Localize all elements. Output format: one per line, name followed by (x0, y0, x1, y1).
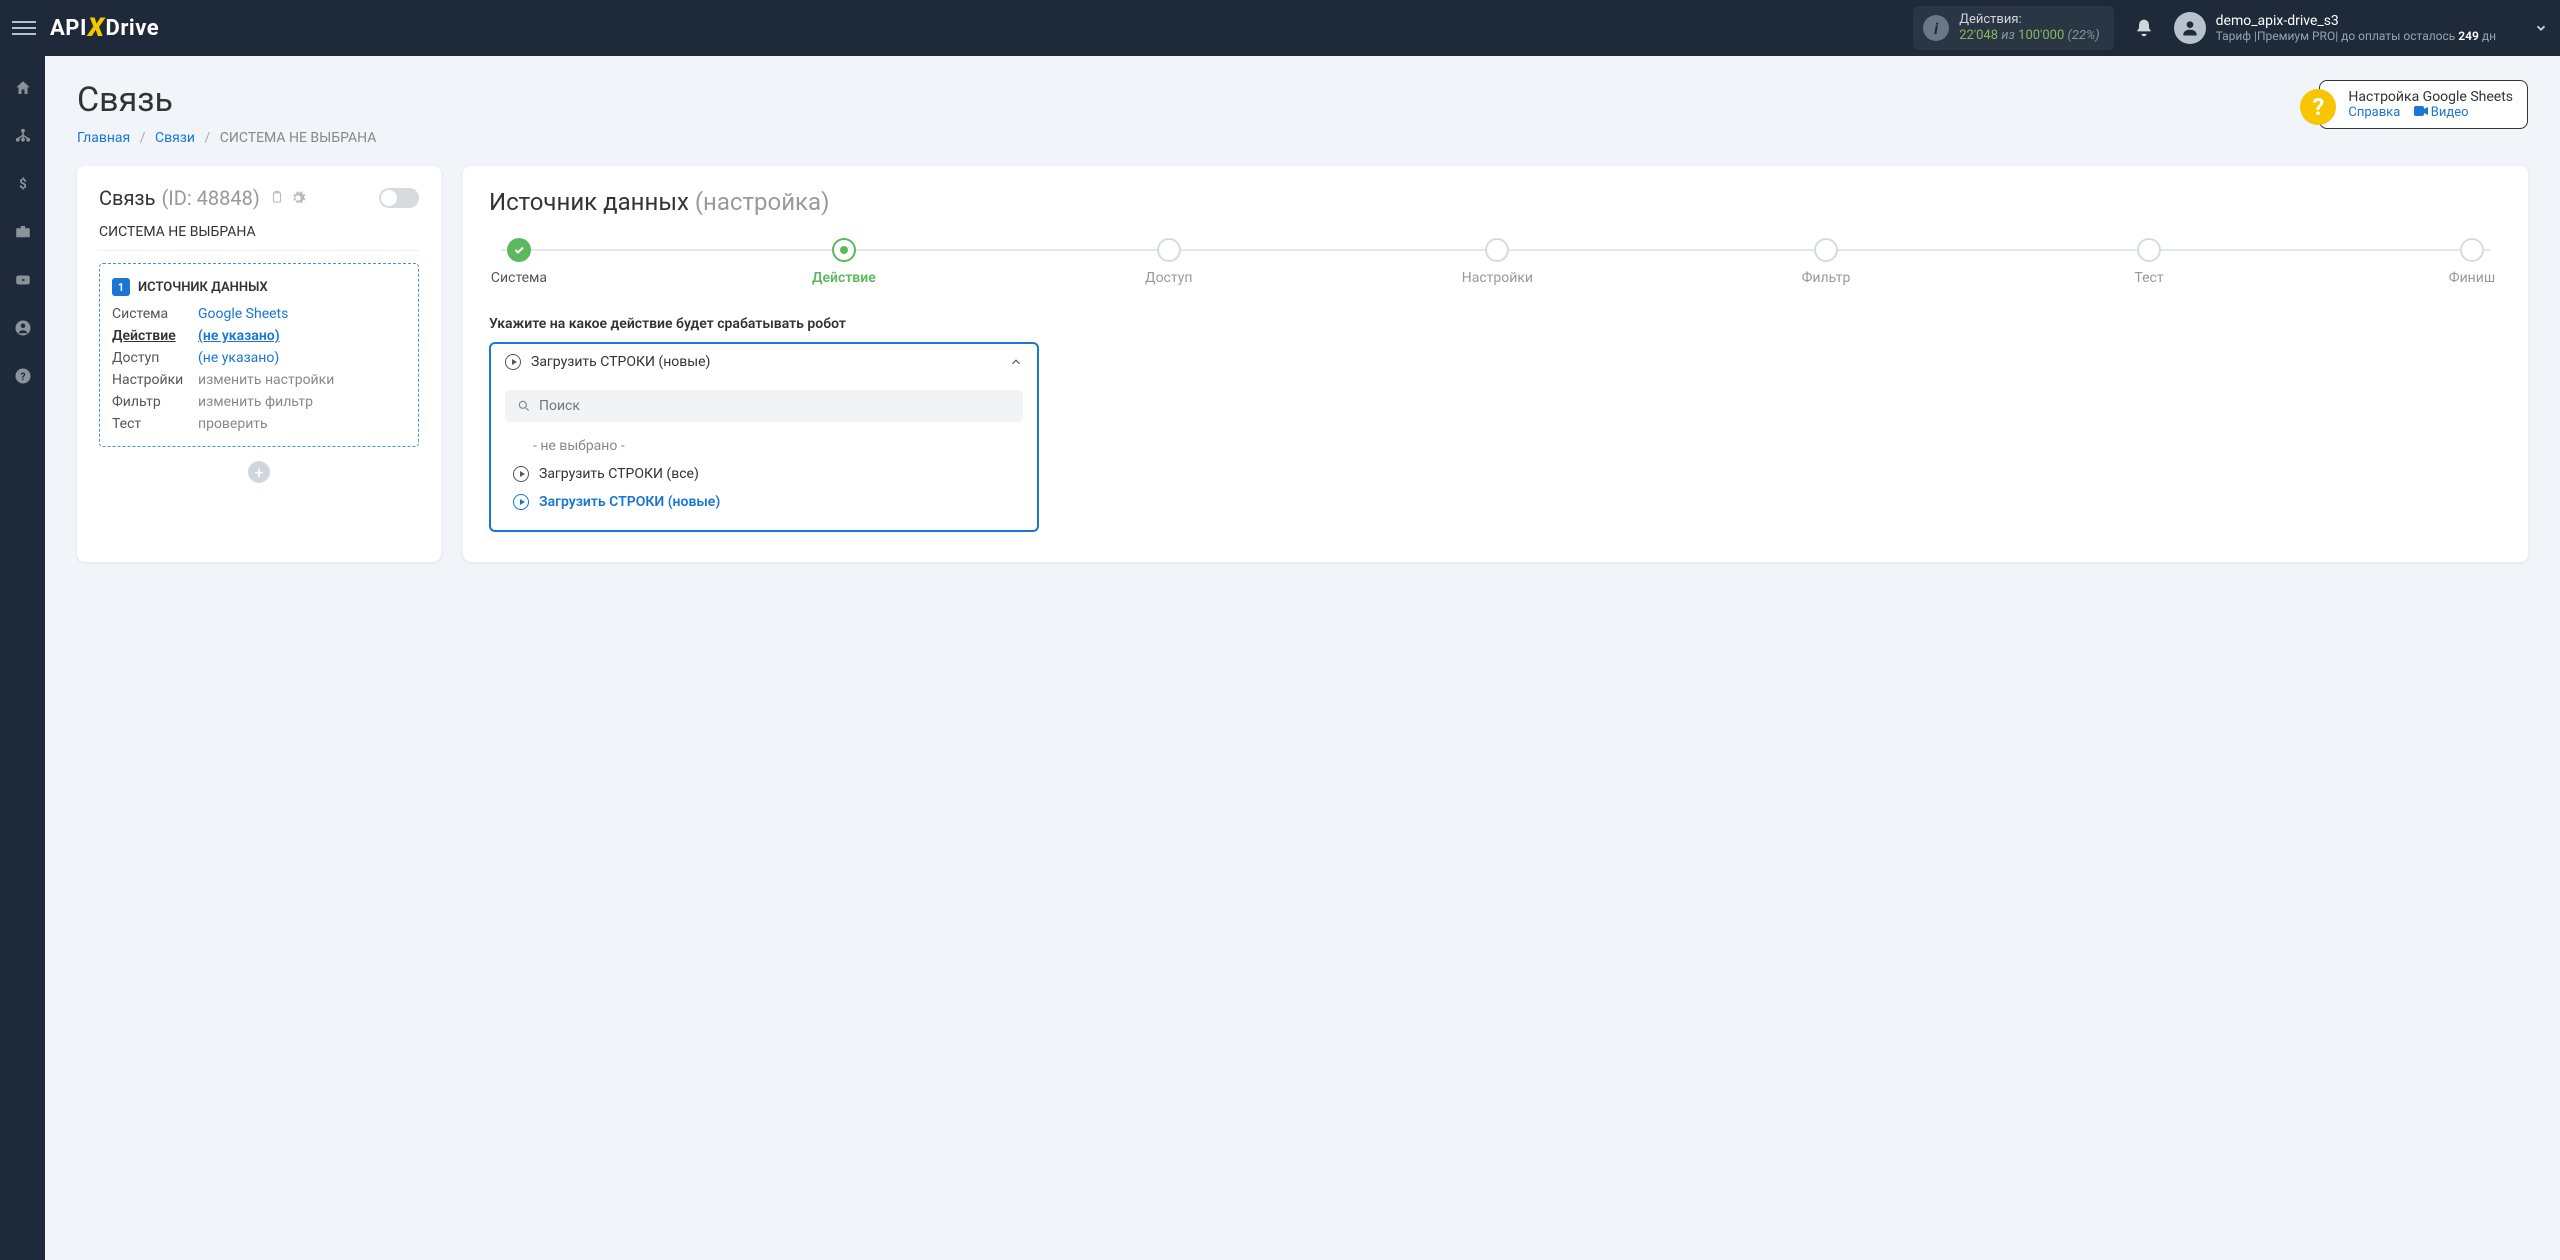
connection-title: Связь (99, 186, 155, 210)
sidebar-help[interactable]: ? (0, 364, 45, 388)
connection-subtitle: СИСТЕМА НЕ ВЫБРАНА (99, 224, 419, 251)
step-test[interactable]: Тест (2119, 238, 2179, 286)
row-access-v[interactable]: (не указано) (198, 350, 406, 366)
dropdown-option-none[interactable]: - не выбрано - (505, 432, 1023, 460)
add-destination-button[interactable]: + (248, 461, 270, 483)
svg-text:?: ? (20, 370, 25, 383)
dropdown-search[interactable] (505, 390, 1023, 422)
search-icon (517, 399, 531, 413)
play-icon (513, 494, 529, 510)
sidebar-account[interactable] (0, 316, 45, 340)
connection-id: (ID: 48848) (161, 186, 259, 210)
notifications-icon[interactable] (2134, 18, 2154, 38)
source-heading: ИСТОЧНИК ДАННЫХ (138, 280, 268, 295)
step-finish[interactable]: Финиш (2442, 238, 2502, 286)
topbar: API X Drive i Действия: 22'048 из 100'00… (0, 0, 2560, 56)
dropdown-selected-text: Загрузить СТРОКИ (новые) (531, 354, 710, 370)
actions-of: из (2001, 28, 2015, 43)
row-filter-k: Фильтр (112, 394, 198, 410)
row-settings-v[interactable]: изменить настройки (198, 372, 406, 388)
menu-toggle[interactable] (12, 16, 36, 40)
step-settings[interactable]: Настройки (1462, 238, 1533, 286)
sidebar-connections[interactable] (0, 124, 45, 148)
video-icon (2414, 106, 2428, 116)
chevron-up-icon (1009, 355, 1023, 369)
row-action-k[interactable]: Действие (112, 328, 198, 344)
user-menu[interactable]: demo_apix-drive_s3 Тариф |Премиум PRO| д… (2174, 12, 2496, 44)
breadcrumb-current: СИСТЕМА НЕ ВЫБРАНА (220, 130, 377, 146)
connection-card: Связь (ID: 48848) СИСТЕМА НЕ ВЫБРАНА 1 И… (77, 166, 441, 562)
row-test-k: Тест (112, 416, 198, 432)
row-filter-v[interactable]: изменить фильтр (198, 394, 406, 410)
actions-pct: (22%) (2068, 28, 2100, 43)
step-action[interactable]: Действие (812, 238, 876, 286)
tariff-line: Тариф |Премиум PRO| до оплаты осталось 2… (2216, 29, 2496, 43)
actions-counter[interactable]: i Действия: 22'048 из 100'000 (22%) (1913, 6, 2113, 49)
sidebar-home[interactable] (0, 76, 45, 100)
logo[interactable]: API X Drive (50, 13, 159, 43)
row-action-v[interactable]: (не указано) (198, 328, 406, 344)
step-access[interactable]: Доступ (1139, 238, 1199, 286)
sidebar: $ ? (0, 56, 45, 1260)
dropdown-search-input[interactable] (539, 398, 1011, 414)
row-access-k: Доступ (112, 350, 198, 366)
copy-icon[interactable] (270, 190, 284, 206)
action-field-label: Укажите на какое действие будет срабатыв… (489, 316, 2502, 332)
rc-title: Источник данных (489, 188, 689, 216)
rc-subtitle: (настройка) (695, 188, 830, 216)
play-icon (505, 354, 521, 370)
gear-icon[interactable] (290, 190, 306, 206)
row-system-k: Система (112, 306, 198, 322)
dropdown-selected[interactable]: Загрузить СТРОКИ (новые) (491, 344, 1037, 380)
actions-total: 100'000 (2018, 28, 2064, 43)
sidebar-billing[interactable]: $ (0, 172, 45, 196)
actions-label: Действия: (1959, 12, 2099, 28)
source-config-card: Источник данных (настройка) Система Дейс… (463, 166, 2528, 562)
row-system-v[interactable]: Google Sheets (198, 306, 406, 322)
row-settings-k: Настройки (112, 372, 198, 388)
breadcrumb-home[interactable]: Главная (77, 130, 130, 146)
action-dropdown: Загрузить СТРОКИ (новые) - не выбрано - … (489, 342, 1039, 532)
help-title: Настройка Google Sheets (2348, 89, 2513, 105)
row-test-v[interactable]: проверить (198, 416, 406, 432)
help-link-video[interactable]: Видео (2431, 105, 2469, 120)
avatar-icon (2174, 12, 2206, 44)
page-title: Связь (77, 80, 376, 120)
info-icon: i (1923, 15, 1949, 41)
source-box: 1 ИСТОЧНИК ДАННЫХ Система Google Sheets … (99, 263, 419, 447)
source-badge: 1 (112, 278, 130, 296)
sidebar-video[interactable] (0, 268, 45, 292)
username: demo_apix-drive_s3 (2216, 13, 2496, 29)
help-question-icon[interactable]: ? (2300, 89, 2336, 125)
step-filter[interactable]: Фильтр (1796, 238, 1856, 286)
play-icon (513, 466, 529, 482)
connection-toggle[interactable] (379, 188, 419, 208)
stepper: Система Действие Доступ Настройки Фильтр… (489, 238, 2502, 286)
actions-used: 22'048 (1959, 28, 1998, 43)
breadcrumb: Главная / Связи / СИСТЕМА НЕ ВЫБРАНА (77, 130, 376, 146)
logo-x-icon: X (88, 13, 105, 43)
logo-text-right: Drive (106, 16, 160, 41)
dropdown-option-all[interactable]: Загрузить СТРОКИ (все) (505, 460, 1023, 488)
svg-text:$: $ (19, 177, 27, 193)
help-link-docs[interactable]: Справка (2348, 105, 2400, 120)
sidebar-briefcase[interactable] (0, 220, 45, 244)
chevron-down-icon[interactable] (2534, 21, 2548, 35)
dropdown-option-new[interactable]: Загрузить СТРОКИ (новые) (505, 488, 1023, 516)
logo-text-left: API (50, 16, 87, 41)
help-box: ? Настройка Google Sheets Справка Видео (2319, 80, 2528, 129)
step-system[interactable]: Система (489, 238, 549, 286)
breadcrumb-links[interactable]: Связи (155, 130, 195, 146)
